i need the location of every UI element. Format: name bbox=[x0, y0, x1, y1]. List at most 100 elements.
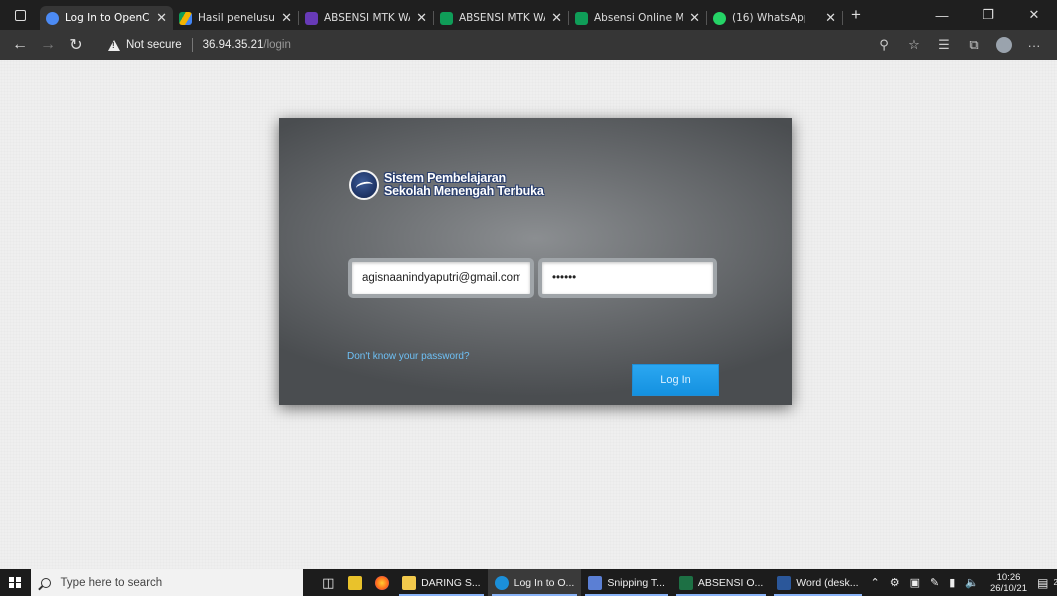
favorite-add-icon[interactable]: ☆ bbox=[899, 31, 929, 59]
snipping-tool-icon bbox=[588, 575, 603, 590]
avatar bbox=[996, 37, 1012, 53]
taskbar-app-firefox[interactable] bbox=[368, 569, 395, 596]
windows-logo-icon bbox=[9, 576, 21, 589]
tab-absensi-forms[interactable]: ABSENSI MTK WAJIB 3 ✕ bbox=[299, 6, 433, 30]
site-logo: Sistem Pembelajaran Sekolah Menengah Ter… bbox=[349, 170, 544, 200]
tab-title: Absensi Online Materi bbox=[594, 12, 684, 24]
tab-absensi-sheets[interactable]: ABSENSI MTK WAJIB 3 ✕ bbox=[434, 6, 568, 30]
battery-icon[interactable]: ▮ bbox=[944, 576, 960, 589]
notification-icon: ▤ bbox=[1037, 575, 1049, 590]
task-view-button[interactable]: ◫ bbox=[315, 569, 342, 596]
logo-text: Sistem Pembelajaran Sekolah Menengah Ter… bbox=[384, 172, 544, 198]
security-label[interactable]: Not secure bbox=[126, 39, 182, 51]
whatsapp-icon bbox=[713, 11, 726, 25]
tab-title: Log In to OpenCourse bbox=[65, 12, 150, 24]
address-bar[interactable]: Not secure 36.94.35.21 /login bbox=[94, 33, 863, 57]
back-button[interactable]: ← bbox=[6, 31, 34, 59]
taskbar-item-label: DARING S... bbox=[421, 576, 481, 589]
tab-title: ABSENSI MTK WAJIB 3 bbox=[324, 12, 410, 24]
tab-google-search[interactable]: Hasil penelusuran - Go ✕ bbox=[173, 6, 298, 30]
tab-title: (16) WhatsApp bbox=[732, 12, 806, 24]
close-tab-icon[interactable]: ✕ bbox=[689, 10, 700, 26]
taskbar-item-folder[interactable]: DARING S... bbox=[395, 569, 488, 596]
window-controls: — ❐ ✕ bbox=[919, 0, 1057, 30]
profile-button[interactable] bbox=[989, 31, 1019, 59]
opencourse-favicon bbox=[46, 11, 59, 25]
system-tray: ⌃ ⚙ ▣ ✎ ▮ 🔈 10:26 26/10/21 ▤ 2 bbox=[866, 569, 1057, 596]
taskbar-item-label: Word (desk... bbox=[796, 576, 859, 589]
taskbar-item-snipping[interactable]: Snipping T... bbox=[581, 569, 672, 596]
tab-absensi-online[interactable]: Absensi Online Materi ✕ bbox=[569, 6, 706, 30]
more-menu-icon[interactable]: ··· bbox=[1019, 31, 1049, 59]
tab-actions-button[interactable] bbox=[0, 0, 40, 30]
notification-center-button[interactable]: ▤ 2 bbox=[1033, 569, 1057, 596]
forward-button[interactable]: → bbox=[34, 31, 62, 59]
taskbar-item-word[interactable]: Word (desk... bbox=[770, 569, 865, 596]
tab-actions-icon bbox=[14, 9, 26, 21]
login-button[interactable]: Log In bbox=[632, 364, 719, 396]
email-field[interactable] bbox=[352, 262, 530, 294]
tab-opencourse-login[interactable]: Log In to OpenCourse ✕ bbox=[40, 6, 173, 30]
page-content: Sistem Pembelajaran Sekolah Menengah Ter… bbox=[0, 60, 1057, 569]
close-tab-icon[interactable]: ✕ bbox=[416, 10, 427, 26]
word-icon bbox=[777, 575, 792, 590]
clock-date: 26/10/21 bbox=[990, 582, 1027, 594]
logo-emblem-icon bbox=[349, 170, 379, 200]
close-tab-icon[interactable]: ✕ bbox=[551, 10, 562, 26]
address-separator bbox=[191, 38, 193, 52]
excel-icon bbox=[678, 575, 693, 590]
url-path: /login bbox=[263, 39, 291, 51]
windows-taskbar: Type here to search ◫ DARING S... Log In… bbox=[0, 569, 1057, 596]
login-panel: Sistem Pembelajaran Sekolah Menengah Ter… bbox=[279, 118, 792, 405]
email-field-wrapper bbox=[348, 258, 534, 298]
restore-button[interactable]: ❐ bbox=[965, 0, 1011, 30]
tray-app-icon[interactable]: ▣ bbox=[905, 576, 925, 589]
password-field[interactable] bbox=[542, 262, 713, 294]
edge-icon bbox=[494, 575, 509, 590]
pen-icon[interactable]: ✎ bbox=[925, 576, 944, 589]
tab-title: Hasil penelusuran - Go bbox=[198, 12, 275, 24]
close-tab-icon[interactable]: ✕ bbox=[281, 10, 292, 26]
folder-icon bbox=[402, 575, 417, 590]
toolbar-icons: ⚲ ☆ ☰ ⧉ ··· bbox=[869, 31, 1049, 59]
favorites-icon[interactable]: ☰ bbox=[929, 31, 959, 59]
key-icon[interactable]: ⚲ bbox=[869, 31, 899, 59]
browser-toolbar: ← → ↻ Not secure 36.94.35.21 /login ⚲ ☆ … bbox=[0, 30, 1057, 60]
new-tab-button[interactable]: + bbox=[843, 0, 869, 30]
google-drive-icon bbox=[179, 11, 192, 25]
minimize-button[interactable]: — bbox=[919, 0, 965, 30]
show-hidden-icons-chevron-icon[interactable]: ⌃ bbox=[866, 576, 885, 589]
taskbar-item-label: Log In to O... bbox=[513, 576, 575, 589]
taskbar-item-excel[interactable]: ABSENSI O... bbox=[672, 569, 770, 596]
google-sheets-icon bbox=[575, 11, 588, 25]
close-tab-icon[interactable]: ✕ bbox=[825, 10, 836, 26]
forward-arrow-icon: → bbox=[40, 36, 56, 53]
taskbar-item-edge[interactable]: Log In to O... bbox=[487, 569, 582, 596]
volume-icon[interactable]: 🔈 bbox=[960, 576, 984, 589]
taskbar-item-label: ABSENSI O... bbox=[697, 576, 764, 589]
taskbar-item-label: Snipping T... bbox=[607, 576, 665, 589]
close-tab-icon[interactable]: ✕ bbox=[156, 10, 167, 26]
browser-tab-strip: Log In to OpenCourse ✕ Hasil penelusuran… bbox=[0, 0, 1057, 30]
close-window-button[interactable]: ✕ bbox=[1011, 0, 1057, 30]
meet-now-icon[interactable]: ⚙ bbox=[885, 576, 905, 589]
tab-title: ABSENSI MTK WAJIB 3 bbox=[459, 12, 545, 24]
clock-time: 10:26 bbox=[996, 571, 1021, 583]
search-icon bbox=[40, 577, 51, 588]
clock[interactable]: 10:26 26/10/21 bbox=[984, 572, 1033, 594]
forgot-password-link[interactable]: Don't know your password? bbox=[347, 351, 470, 362]
taskbar-app-player[interactable] bbox=[342, 569, 369, 596]
taskbar-search[interactable]: Type here to search bbox=[30, 569, 303, 596]
search-placeholder: Type here to search bbox=[60, 576, 163, 589]
url-host: 36.94.35.21 bbox=[202, 39, 264, 51]
tab-whatsapp[interactable]: (16) WhatsApp ✕ bbox=[707, 6, 842, 30]
refresh-button[interactable]: ↻ bbox=[62, 31, 90, 59]
password-field-wrapper bbox=[538, 258, 717, 298]
logo-line-2: Sekolah Menengah Terbuka bbox=[384, 184, 544, 198]
start-button[interactable] bbox=[0, 569, 31, 596]
task-view-icon: ◫ bbox=[322, 574, 335, 590]
notification-count: 2 bbox=[1053, 578, 1057, 587]
refresh-icon: ↻ bbox=[69, 37, 83, 54]
collections-icon[interactable]: ⧉ bbox=[959, 31, 989, 59]
player-app-icon bbox=[348, 575, 363, 590]
